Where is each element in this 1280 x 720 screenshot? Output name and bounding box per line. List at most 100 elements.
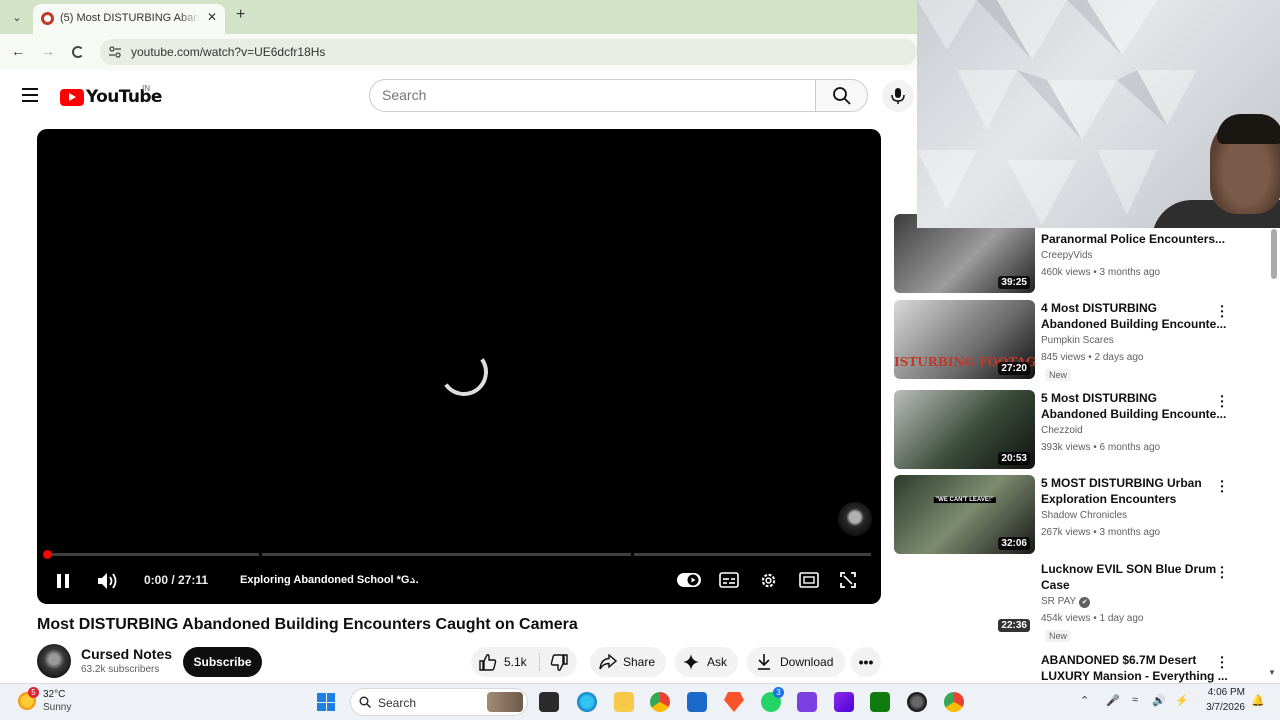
tab-close-icon[interactable]: ✕: [205, 10, 219, 24]
more-actions-button[interactable]: •••: [851, 647, 881, 677]
settings-gear-icon[interactable]: [759, 571, 778, 590]
more-vertical-icon[interactable]: • • •: [1219, 303, 1225, 321]
chapter-divider: [631, 553, 634, 556]
pause-icon[interactable]: [56, 573, 70, 589]
search-input[interactable]: [382, 87, 802, 103]
theater-mode-icon[interactable]: [799, 572, 819, 588]
thumbnail-caption: "WE CAN'T LEAVE!": [933, 497, 996, 503]
more-vertical-icon[interactable]: • • •: [1219, 654, 1225, 672]
more-vertical-icon[interactable]: • • •: [1219, 478, 1225, 496]
back-arrow-icon[interactable]: ←: [9, 43, 27, 59]
chrome-active-icon[interactable]: [944, 692, 964, 712]
recommendation-thumbnail[interactable]: "WE CAN'T LEAVE!" 32:06: [894, 475, 1035, 554]
recommendation-title[interactable]: 5 MOST DISTURBING Urban Exploration Encou…: [1041, 475, 1213, 507]
channel-avatar[interactable]: [37, 644, 71, 678]
hamburger-menu-icon[interactable]: [22, 88, 38, 102]
chapter-title[interactable]: Exploring Abandoned School *G...: [240, 574, 419, 586]
channel-name-text: Pumpkin Scares: [1041, 335, 1114, 346]
clock-date[interactable]: 3/7/2026: [1197, 702, 1245, 713]
recommendation-thumbnail[interactable]: 20:53: [894, 390, 1035, 469]
microsoft-store-icon[interactable]: [687, 692, 707, 712]
recommendation-channel[interactable]: Chezzoid: [1041, 425, 1083, 436]
youtube-play-logo-icon: [60, 88, 84, 106]
page-loading-icon[interactable]: [72, 46, 84, 58]
subtitles-icon[interactable]: [719, 572, 739, 588]
autoplay-toggle[interactable]: [676, 572, 702, 588]
recommendation-title-line: LUXURY Mansion - Everything ...: [1041, 669, 1228, 683]
recommendation-channel[interactable]: Shadow Chronicles: [1041, 510, 1127, 521]
sidebar-scrollbar[interactable]: [1270, 228, 1278, 678]
recommendation-title[interactable]: ABANDONED $6.7M Desert LUXURY Mansion - E…: [1041, 652, 1228, 684]
browser-tab-active[interactable]: (5) Most DISTURBING Abandoned Building E…: [33, 4, 225, 34]
brave-browser-icon[interactable]: [724, 692, 744, 712]
channel-name[interactable]: Cursed Notes: [81, 646, 172, 662]
share-button[interactable]: Share: [590, 647, 666, 677]
recommendation-thumbnail[interactable]: [894, 652, 1035, 670]
recommendation-title-line: Lucknow EVIL SON Blue Drum: [1041, 562, 1217, 576]
recommendation-title-line: ABANDONED $6.7M Desert: [1041, 653, 1197, 667]
recommendation-title-line: Abandoned Building Encounte...: [1041, 407, 1227, 421]
edge-browser-icon[interactable]: [577, 692, 597, 712]
ask-button[interactable]: Ask: [675, 647, 738, 677]
address-bar[interactable]: youtube.com/watch?v=UE6dcfr18Hs: [100, 39, 917, 65]
recommendation-channel[interactable]: SR PAY ✔: [1041, 596, 1091, 608]
fullscreen-icon[interactable]: [840, 572, 856, 588]
thumbs-down-icon[interactable]: [550, 654, 568, 672]
youtube-favicon-icon: [41, 12, 54, 25]
clock-time[interactable]: 4:06 PM: [1207, 687, 1245, 698]
chrome-icon[interactable]: [650, 692, 670, 712]
recommendation-thumbnail[interactable]: DISTURBING FOOTAGE27:20: [894, 300, 1035, 379]
tab-search-chevron-icon[interactable]: ⌄: [8, 8, 26, 26]
battery-charging-icon[interactable]: ⚡: [1175, 694, 1189, 707]
speaker-icon[interactable]: 🔊: [1152, 694, 1166, 707]
file-explorer-icon[interactable]: [614, 692, 634, 712]
more-vertical-icon[interactable]: • • •: [1219, 393, 1225, 411]
video-title: Most DISTURBING Abandoned Building Encou…: [37, 616, 578, 633]
windows-start-icon[interactable]: [317, 693, 335, 711]
recommendation-meta: 393k views • 6 months ago: [1041, 442, 1161, 453]
weather-badge: 5: [28, 687, 39, 698]
chapter-chevron-icon[interactable]: ›: [411, 572, 415, 587]
search-box[interactable]: [369, 79, 816, 112]
tray-overflow-chevron-icon[interactable]: ⌃: [1080, 694, 1089, 707]
recommendation-title[interactable]: 4 Most DISTURBING Abandoned Building Enco…: [1041, 300, 1226, 332]
channel-name-text: Shadow Chronicles: [1041, 510, 1128, 521]
scrubber-handle[interactable]: [43, 550, 52, 559]
taskbar-search[interactable]: Search: [350, 688, 528, 716]
like-count[interactable]: 5.1k: [504, 655, 527, 669]
more-horizontal-icon: •••: [858, 654, 874, 670]
weather-description[interactable]: Sunny: [43, 702, 71, 713]
new-tab-icon[interactable]: +: [236, 6, 245, 24]
scroll-down-arrow-icon[interactable]: ▼: [1268, 668, 1276, 677]
voice-search-button[interactable]: [882, 80, 914, 112]
download-button[interactable]: Download: [747, 647, 845, 677]
thumbs-up-icon[interactable]: [479, 653, 497, 671]
scrollbar-thumb[interactable]: [1271, 229, 1277, 279]
progress-bar[interactable]: [47, 553, 871, 556]
xbox-icon[interactable]: [870, 692, 890, 712]
forward-arrow-icon[interactable]: →: [39, 43, 57, 59]
more-vertical-icon[interactable]: • • •: [1219, 564, 1225, 582]
recommendation-thumbnail[interactable]: 22:36: [894, 561, 1035, 640]
person-hair: [1217, 114, 1280, 144]
recommendation-channel[interactable]: Pumpkin Scares: [1041, 335, 1114, 346]
task-view-icon[interactable]: [539, 692, 559, 712]
wifi-icon[interactable]: ≈: [1132, 694, 1138, 706]
weather-temperature[interactable]: 32°C: [43, 689, 65, 700]
site-settings-icon[interactable]: [108, 45, 122, 59]
proton-vpn-icon[interactable]: [797, 692, 817, 712]
search-button[interactable]: [815, 79, 868, 112]
obs-studio-icon[interactable]: [907, 692, 927, 712]
url-text[interactable]: youtube.com/watch?v=UE6dcfr18Hs: [131, 45, 325, 59]
notification-bell-icon[interactable]: 🔔: [1251, 694, 1265, 707]
recommendation-title[interactable]: Lucknow EVIL SON Blue Drum Case: [1041, 561, 1217, 593]
recommendation-title[interactable]: Paranormal Police Encounters...: [1041, 231, 1225, 247]
microphone-tray-icon[interactable]: 🎤: [1106, 694, 1120, 707]
search-icon: [833, 87, 851, 105]
volume-icon[interactable]: [97, 571, 119, 591]
channel-watermark[interactable]: [838, 502, 872, 536]
clipchamp-icon[interactable]: [834, 692, 854, 712]
subscribe-button[interactable]: Subscribe: [183, 647, 262, 677]
recommendation-channel[interactable]: CreepyVids: [1041, 250, 1093, 261]
recommendation-title[interactable]: 5 Most DISTURBING Abandoned Building Enco…: [1041, 390, 1227, 422]
